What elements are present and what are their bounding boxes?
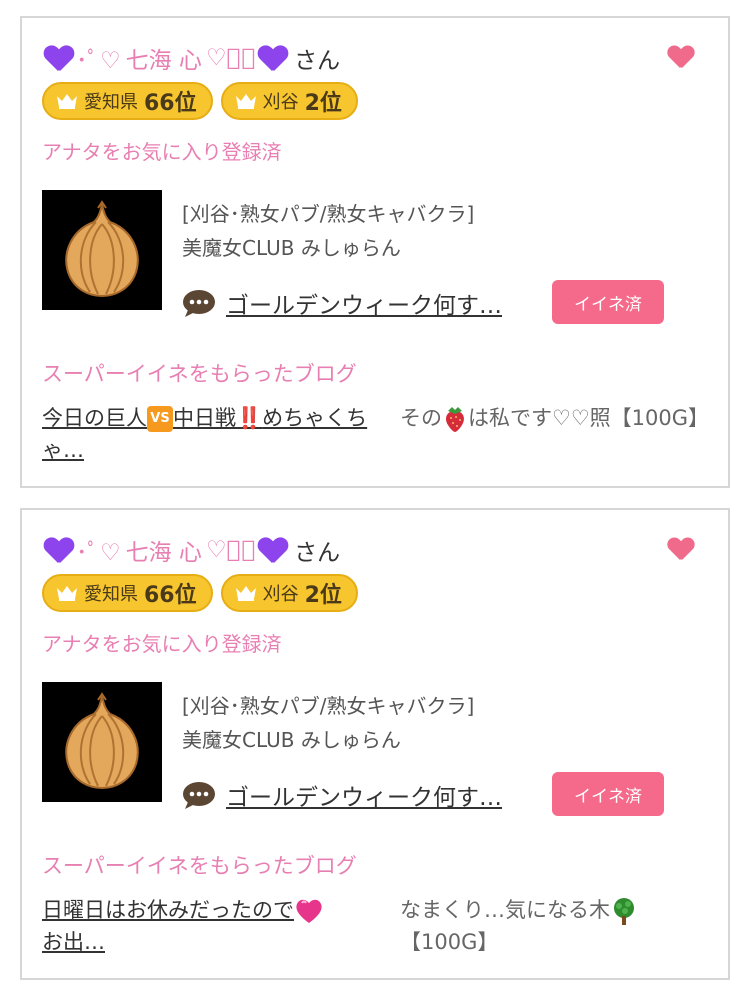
vs-icon: VS bbox=[147, 406, 173, 432]
favorite-heart-icon[interactable] bbox=[668, 538, 694, 564]
badge-region: 刈谷 bbox=[262, 92, 299, 113]
comment-text: 【100G】 bbox=[400, 930, 499, 954]
purple-heart-icon bbox=[44, 535, 74, 565]
rank-badges: 愛知県 66位 刈谷 2位 bbox=[42, 82, 358, 120]
crown-icon bbox=[57, 586, 77, 601]
rank-badge-prefecture[interactable]: 愛知県 66位 bbox=[42, 82, 213, 120]
blog-title-text: 日曜日はお休みだったので bbox=[42, 898, 294, 922]
badge-region: 愛知県 bbox=[84, 92, 138, 113]
favorite-status-text: アナタをお気に入り登録済 bbox=[42, 632, 282, 656]
name-suffix: さん bbox=[294, 48, 341, 74]
badge-rank: 2位 bbox=[304, 583, 342, 608]
user-name: 七海 心 bbox=[125, 540, 202, 566]
name-suffix: さん bbox=[294, 540, 341, 566]
name-decoration-left: ･ﾟ♡ bbox=[76, 540, 122, 566]
blog-title-text: 今日の巨人 bbox=[42, 406, 147, 430]
latest-blog-link[interactable]: ゴールデンウィーク何す… bbox=[226, 286, 502, 320]
latest-blog-row: ゴールデンウィーク何す… bbox=[182, 286, 502, 320]
latest-blog-row: ゴールデンウィーク何す… bbox=[182, 778, 502, 812]
badge-rank: 66位 bbox=[144, 91, 197, 116]
rank-badge-city[interactable]: 刈谷 2位 bbox=[220, 574, 358, 612]
super-iine-blog-link[interactable]: 日曜日はお休みだったので お出… bbox=[42, 894, 394, 958]
ranking-card: ･ﾟ♡ 七海 心 ♡ﾟ･ さん 愛知県 66位 刈谷 2位 アナタをお気に入り登… bbox=[20, 508, 730, 980]
shop-category: [刈谷･熟女パブ/熟女キャバクラ] bbox=[182, 202, 475, 226]
favorite-heart-icon[interactable] bbox=[668, 46, 694, 72]
shop-category: [刈谷･熟女パブ/熟女キャバクラ] bbox=[182, 694, 475, 718]
shop-thumbnail[interactable] bbox=[42, 190, 162, 310]
name-decoration-right: ♡ﾟ･ bbox=[205, 45, 257, 71]
double-exclamation-icon: ‼️ bbox=[236, 406, 263, 430]
name-decoration-right: ♡ﾟ･ bbox=[205, 537, 257, 563]
rank-badge-prefecture[interactable]: 愛知県 66位 bbox=[42, 574, 213, 612]
strawberry-icon bbox=[446, 407, 464, 432]
blog-title-text: お出… bbox=[42, 930, 105, 954]
name-decoration-left: ･ﾟ♡ bbox=[76, 48, 122, 74]
speech-bubble-icon bbox=[183, 782, 215, 809]
user-name-row[interactable]: ･ﾟ♡ 七海 心 ♡ﾟ･ さん bbox=[42, 40, 340, 76]
badge-region: 愛知県 bbox=[84, 584, 138, 605]
onion-icon bbox=[65, 692, 139, 790]
iine-button[interactable]: イイネ済 bbox=[552, 772, 664, 816]
super-iine-comment: なまくり…気になる木 【100G】 bbox=[400, 894, 710, 958]
shop-name[interactable]: 美魔女CLUB みしゅらん bbox=[182, 232, 401, 261]
badge-rank: 2位 bbox=[304, 91, 342, 116]
user-name: 七海 心 bbox=[125, 48, 202, 74]
comment-text: なまくり…気になる木 bbox=[400, 898, 610, 922]
super-iine-comment: その は私です♡♡照【100G】 bbox=[400, 402, 710, 434]
iine-button[interactable]: イイネ済 bbox=[552, 280, 664, 324]
crown-icon bbox=[57, 94, 77, 109]
purple-heart-icon bbox=[258, 43, 288, 73]
super-iine-section-title: スーパーイイネをもらったブログ bbox=[42, 854, 357, 878]
user-name-row[interactable]: ･ﾟ♡ 七海 心 ♡ﾟ･ さん bbox=[42, 532, 340, 568]
purple-heart-icon bbox=[44, 43, 74, 73]
tree-icon bbox=[614, 898, 634, 925]
blog-title-text: 中日戦 bbox=[173, 406, 236, 430]
badge-rank: 66位 bbox=[144, 583, 197, 608]
favorite-status-text: アナタをお気に入り登録済 bbox=[42, 140, 282, 164]
rank-badges: 愛知県 66位 刈谷 2位 bbox=[42, 574, 358, 612]
latest-blog-link[interactable]: ゴールデンウィーク何す… bbox=[226, 778, 502, 812]
purple-heart-icon bbox=[258, 535, 288, 565]
super-iine-section-title: スーパーイイネをもらったブログ bbox=[42, 362, 357, 386]
rank-badge-city[interactable]: 刈谷 2位 bbox=[220, 82, 358, 120]
comment-text: は私です♡♡照【100G】 bbox=[468, 406, 710, 430]
super-iine-blog-link[interactable]: 今日の巨人 VS 中日戦‼️めちゃくちゃ… bbox=[42, 402, 394, 466]
shop-thumbnail[interactable] bbox=[42, 682, 162, 802]
badge-region: 刈谷 bbox=[262, 584, 299, 605]
ranking-card: ･ﾟ♡ 七海 心 ♡ﾟ･ さん 愛知県 66位 刈谷 2位 アナタをお気に入り登… bbox=[20, 16, 730, 488]
onion-icon bbox=[65, 200, 139, 298]
comment-text: その bbox=[400, 406, 442, 430]
shop-name[interactable]: 美魔女CLUB みしゅらん bbox=[182, 724, 401, 753]
speech-bubble-icon bbox=[183, 290, 215, 317]
crown-icon bbox=[235, 94, 256, 109]
crown-icon bbox=[235, 586, 256, 601]
sparkling-heart-icon bbox=[296, 899, 322, 923]
